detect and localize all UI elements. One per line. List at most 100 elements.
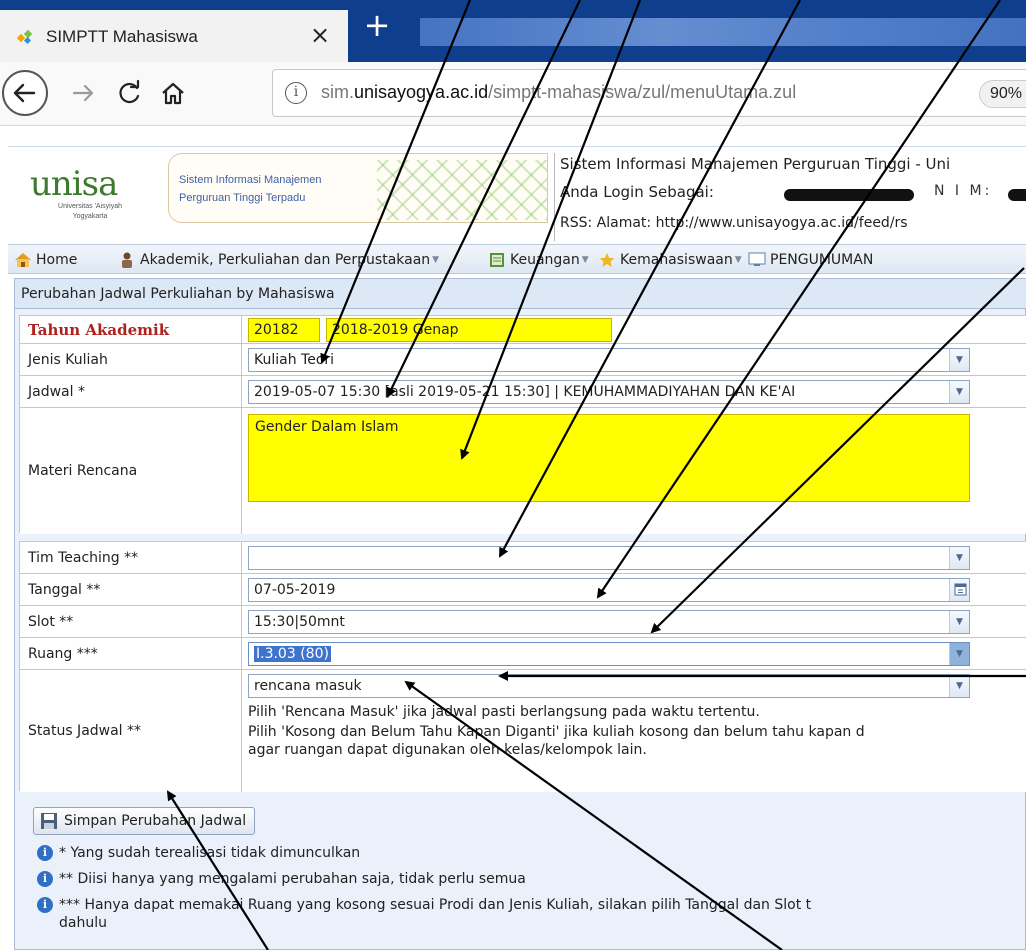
back-button[interactable]: [2, 70, 48, 116]
banner-pattern: [377, 160, 547, 220]
menu-label-pengumuman: PENGUMUMAN: [770, 252, 874, 268]
unisa-favicon-icon: [16, 29, 33, 45]
home-button[interactable]: [158, 78, 188, 108]
new-tab-button[interactable]: +: [360, 8, 394, 42]
status-jadwal-label: Status Jadwal **: [20, 670, 242, 792]
ruang-cell: I.3.03 (80) ▼: [242, 638, 1026, 669]
menu-item-akademik[interactable]: Akademik, Perkuliahan dan Perpustakaan ▼: [118, 250, 439, 270]
chevron-down-icon[interactable]: ▼: [949, 381, 969, 403]
note-3b-text: dahulu: [59, 915, 107, 931]
row-tanggal: Tanggal ** 07-05-2019: [20, 574, 1026, 606]
browser-navigation-bar: i sim.unisayogya.ac.id/simptt-mahasiswa/…: [0, 62, 1026, 126]
note-1-text: * Yang sudah terealisasi tidak dimunculk…: [59, 845, 361, 861]
menu-item-home[interactable]: Home: [14, 250, 77, 270]
tanggal-value: 07-05-2019: [254, 582, 336, 598]
row-materi-rencana: Materi Rencana Gender Dalam Islam: [20, 408, 1026, 534]
row-slot: Slot ** 15:30|50mnt ▼: [20, 606, 1026, 638]
tanggal-cell: 07-05-2019: [242, 574, 1026, 605]
info-icon: i: [37, 897, 53, 913]
blurred-background-tabs: [420, 18, 1026, 46]
person-icon: [122, 252, 132, 268]
tim-teaching-label: Tim Teaching **: [20, 542, 242, 573]
note-2-text: ** Diisi hanya yang mengalami perubahan …: [59, 871, 526, 887]
note-1: i * Yang sudah terealisasi tidak dimuncu…: [37, 845, 360, 861]
panel-title: Perubahan Jadwal Perkuliahan by Mahasisw…: [15, 279, 1026, 309]
schedule-form-grid-2: Tim Teaching ** ▼ Tanggal ** 07-05-2019: [19, 541, 1026, 792]
redacted-username: [784, 189, 914, 201]
slot-label: Slot **: [20, 606, 242, 637]
note-3-text: *** Hanya dapat memakai Ruang yang koson…: [59, 897, 812, 913]
row-jenis-kuliah: Jenis Kuliah Kuliah Teori ▼: [20, 344, 1026, 376]
status-jadwal-value: rencana masuk: [254, 678, 362, 694]
schedule-change-panel: Perubahan Jadwal Perkuliahan by Mahasisw…: [14, 278, 1026, 950]
chevron-down-icon[interactable]: ▼: [949, 611, 969, 633]
calendar-icon[interactable]: [949, 579, 969, 601]
tanggal-datepicker[interactable]: 07-05-2019: [248, 578, 970, 602]
save-schedule-button[interactable]: Simpan Perubahan Jadwal: [33, 807, 256, 835]
row-tahun-akademik: Tahun Akademik 20182 2018-2019 Genap: [20, 316, 1026, 344]
forward-button[interactable]: [68, 78, 98, 108]
row-jadwal: Jadwal * 2019-05-07 15:30 [asli 2019-05-…: [20, 376, 1026, 408]
zoom-level-button[interactable]: 90%: [979, 80, 1026, 108]
chevron-down-icon[interactable]: ▼: [949, 643, 969, 665]
browser-tab-active[interactable]: SIMPTT Mahasiswa ×: [0, 10, 348, 62]
chevron-down-icon: ▼: [734, 255, 742, 265]
note-3: i *** Hanya dapat memakai Ruang yang kos…: [37, 897, 811, 913]
menu-item-kemahasiswaan[interactable]: Kemahasiswaan ▼: [598, 250, 742, 270]
rss-address: RSS: Alamat: http://www.unisayogya.ac.id…: [560, 215, 908, 231]
address-bar[interactable]: i sim.unisayogya.ac.id/simptt-mahasiswa/…: [272, 69, 1026, 117]
home-icon: [15, 253, 31, 267]
chevron-down-icon[interactable]: ▼: [949, 675, 969, 697]
materi-rencana-label: Materi Rencana: [20, 408, 242, 534]
app-header: unisa Universitas 'Aisyiyah Yogyakarta S…: [8, 146, 1026, 242]
tim-teaching-cell: ▼: [242, 542, 1026, 573]
ledger-icon: [490, 253, 504, 267]
status-hint-3: agar ruangan dapat digunakan oleh kelas/…: [248, 742, 647, 758]
tab-close-icon[interactable]: ×: [310, 23, 330, 47]
menu-label-kemahasiswaan: Kemahasiswaan: [620, 252, 733, 268]
note-2: i ** Diisi hanya yang mengalami perubaha…: [37, 871, 526, 887]
arrow-right-icon: [72, 84, 94, 102]
slot-select[interactable]: 15:30|50mnt ▼: [248, 610, 970, 634]
floppy-disk-icon: [41, 813, 57, 829]
tim-teaching-select[interactable]: ▼: [248, 546, 970, 570]
system-title: Sistem Informasi Manajemen Perguruan Tin…: [560, 155, 951, 173]
schedule-form-grid-1: Tahun Akademik 20182 2018-2019 Genap Jen…: [19, 315, 1026, 534]
materi-rencana-textarea[interactable]: Gender Dalam Islam: [248, 414, 970, 502]
ruang-value: I.3.03 (80): [254, 646, 331, 662]
row-status-jadwal: Status Jadwal ** rencana masuk ▼ Pilih '…: [20, 670, 1026, 792]
reload-button[interactable]: [114, 78, 144, 108]
menu-item-pengumuman[interactable]: PENGUMUMAN: [748, 250, 873, 270]
jadwal-cell: 2019-05-07 15:30 [asli 2019-05-21 15:30]…: [242, 376, 1026, 407]
status-jadwal-select[interactable]: rencana masuk ▼: [248, 674, 970, 698]
jadwal-select[interactable]: 2019-05-07 15:30 [asli 2019-05-21 15:30]…: [248, 380, 970, 404]
slot-cell: 15:30|50mnt ▼: [242, 606, 1026, 637]
unisa-logo: unisa Universitas 'Aisyiyah Yogyakarta: [30, 167, 150, 227]
status-hint-1: Pilih 'Rencana Masuk' jika jadwal pasti …: [248, 704, 760, 720]
chevron-down-icon: ▼: [581, 255, 589, 265]
chevron-down-icon[interactable]: ▼: [949, 547, 969, 569]
tab-title: SIMPTT Mahasiswa: [46, 27, 198, 46]
chevron-down-icon: ▼: [432, 255, 440, 265]
site-info-icon[interactable]: i: [285, 82, 307, 104]
system-banner: Sistem Informasi Manajemen Perguruan Tin…: [168, 153, 548, 223]
jenis-kuliah-select[interactable]: Kuliah Teori ▼: [248, 348, 970, 372]
row-ruang: Ruang *** I.3.03 (80) ▼: [20, 638, 1026, 670]
url-domain: unisayogya.ac.id: [354, 82, 489, 102]
tahun-name-field: 2018-2019 Genap: [326, 318, 612, 342]
info-icon: i: [37, 871, 53, 887]
main-menu: Home Akademik, Perkuliahan dan Perpustak…: [8, 244, 1026, 274]
menu-item-keuangan[interactable]: Keuangan ▼: [488, 250, 589, 270]
login-as-label: Anda Login Sebagai:: [560, 183, 714, 201]
banner-line-1: Sistem Informasi Manajemen: [179, 174, 322, 186]
header-divider: [554, 153, 555, 241]
tahun-akademik-label: Tahun Akademik: [20, 316, 242, 343]
status-hint-2: Pilih 'Kosong dan Belum Tahu Kapan Digan…: [248, 724, 865, 740]
menu-label-akademik: Akademik, Perkuliahan dan Perpustakaan: [140, 252, 431, 268]
ruang-select[interactable]: I.3.03 (80) ▼: [248, 642, 970, 666]
nim-label: N I M:: [934, 183, 993, 199]
url-text: sim.unisayogya.ac.id/simptt-mahasiswa/zu…: [321, 82, 796, 103]
chevron-down-icon[interactable]: ▼: [949, 349, 969, 371]
jadwal-label: Jadwal *: [20, 376, 242, 407]
url-prefix: sim.: [321, 82, 354, 102]
